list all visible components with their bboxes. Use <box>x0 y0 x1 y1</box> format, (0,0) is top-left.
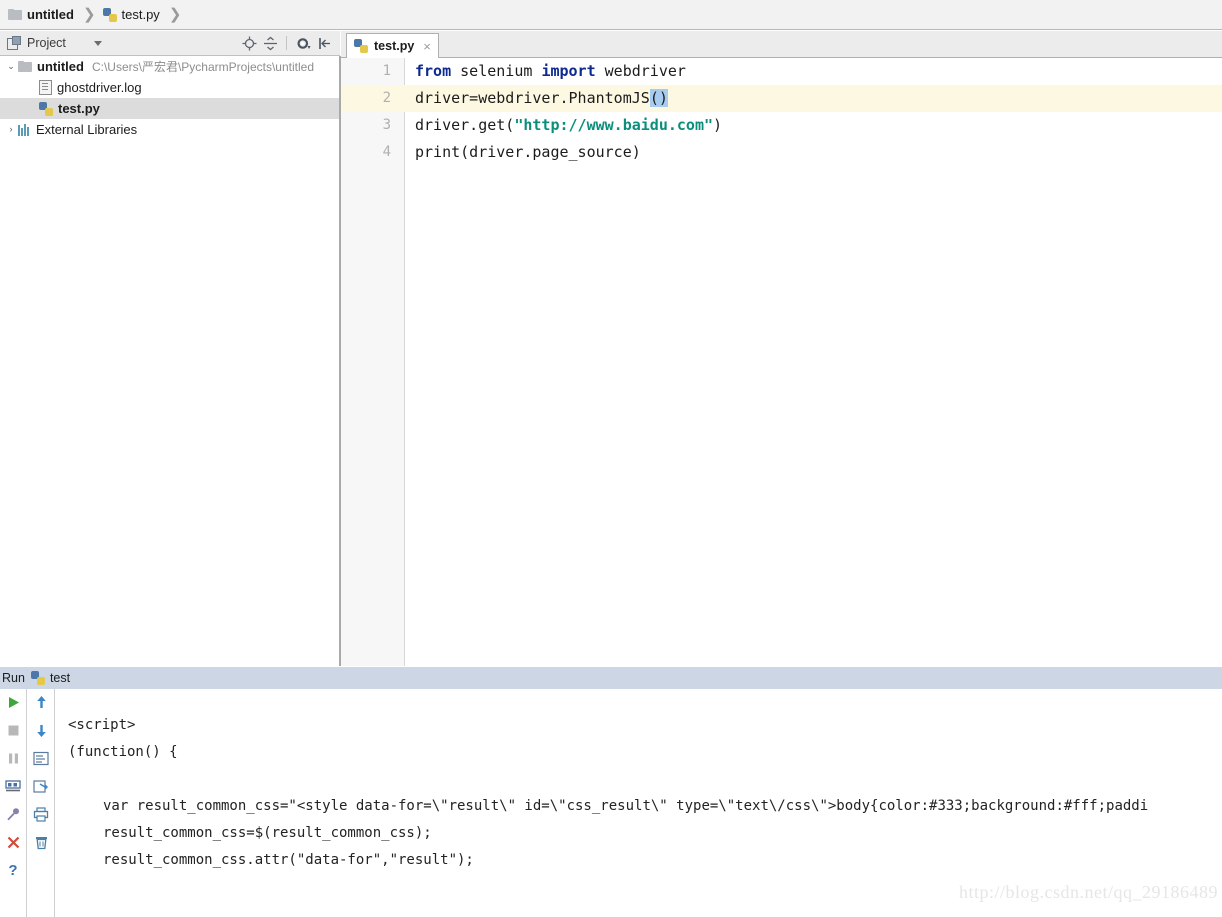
code-token-plain: webdriver <box>595 62 686 80</box>
print-icon[interactable] <box>32 805 50 823</box>
python-file-icon <box>30 671 45 685</box>
close-icon[interactable]: × <box>423 40 431 53</box>
line-number: 1 <box>382 63 391 79</box>
trash-icon[interactable] <box>32 833 50 851</box>
code-text: print(driver.page_source) <box>415 139 641 166</box>
tree-node-path: C:\Users\严宏君\PycharmProjects\untitled <box>91 60 314 74</box>
code-token-string: "http://www.baidu.com" <box>514 116 714 134</box>
code-line[interactable]: 3 driver.get("http://www.baidu.com") <box>341 112 1222 139</box>
code-area[interactable]: 1 from selenium import webdriver 2 drive… <box>341 58 1222 666</box>
code-text: driver.get("http://www.baidu.com") <box>415 112 722 139</box>
arrow-down-icon[interactable] <box>32 721 50 739</box>
run-tab-test[interactable]: test <box>30 671 71 685</box>
tab-test-py[interactable]: test.py × <box>346 33 439 58</box>
tree-node-external-libraries[interactable]: › External Libraries <box>0 119 339 140</box>
tree-node-label: External Libraries <box>36 122 138 137</box>
console-icon[interactable] <box>4 777 22 795</box>
code-token-plain: driver=webdriver.PhantomJS <box>415 89 650 107</box>
python-file-icon <box>354 39 368 53</box>
breadcrumb-label: test.py <box>121 7 160 22</box>
python-file-icon <box>102 7 117 22</box>
code-line-current[interactable]: 2 driver=webdriver.PhantomJS() <box>341 85 1222 112</box>
code-token-selected: () <box>649 89 668 107</box>
pin-icon[interactable] <box>4 805 22 823</box>
console-line: <script> <box>68 717 136 733</box>
line-number: 2 <box>382 90 391 106</box>
console-line: result_common_css.attr("data-for","resul… <box>103 852 474 868</box>
editor-tab-bar: test.py × <box>341 31 1222 58</box>
code-token-keyword: from <box>415 62 452 80</box>
console-line: var result_common_css="<style data-for=\… <box>103 798 1149 814</box>
arrow-up-icon[interactable] <box>32 693 50 711</box>
code-token-plain: ) <box>713 116 723 134</box>
run-panel-title: Run <box>2 671 25 685</box>
project-view-icon <box>6 36 21 50</box>
folder-icon <box>18 61 32 72</box>
export-icon[interactable] <box>32 777 50 795</box>
line-number: 4 <box>382 144 391 160</box>
tree-node-ghostdriver-log[interactable]: ghostdriver.log <box>0 77 339 98</box>
code-line[interactable]: 4 print(driver.page_source) <box>341 139 1222 166</box>
stop-icon[interactable] <box>4 721 22 739</box>
folder-icon <box>8 9 22 20</box>
tree-node-label: untitled <box>37 59 84 74</box>
hide-panel-icon[interactable] <box>315 34 333 52</box>
breadcrumb-label: untitled <box>27 7 74 22</box>
breadcrumb-separator: ❯ <box>82 7 96 23</box>
project-tree[interactable]: ⌄ untitled C:\Users\严宏君\PycharmProjects\… <box>0 56 340 666</box>
run-play-icon[interactable] <box>4 693 22 711</box>
close-x-icon[interactable] <box>4 833 22 851</box>
code-token-plain: driver.get( <box>415 116 515 134</box>
log-file-icon <box>39 80 52 95</box>
toolbar-divider <box>286 36 287 50</box>
python-file-icon <box>39 101 53 116</box>
code-editor[interactable]: 1 from selenium import webdriver 2 drive… <box>341 58 1222 666</box>
collapse-all-icon[interactable] <box>261 34 279 52</box>
tree-node-test-py[interactable]: test.py <box>0 98 339 119</box>
soft-wrap-icon[interactable] <box>32 749 50 767</box>
breadcrumb-separator: ❯ <box>168 7 182 23</box>
chevron-right-icon[interactable]: › <box>4 125 18 134</box>
tree-node-label: ghostdriver.log <box>57 80 142 95</box>
code-token-keyword: import <box>541 62 596 80</box>
dropdown-caret-icon[interactable] <box>93 40 102 46</box>
run-toolbar-left: ? <box>0 689 27 917</box>
project-panel-title: Project <box>27 36 66 50</box>
settings-gear-icon[interactable] <box>294 34 312 52</box>
watermark: http://blog.csdn.net/qq_29186489 <box>959 882 1218 902</box>
code-text: from selenium import webdriver <box>415 58 686 85</box>
locate-target-icon[interactable] <box>240 34 258 52</box>
tree-node-label: test.py <box>58 101 100 116</box>
help-question-icon[interactable]: ? <box>4 861 22 879</box>
console-line: (function() { <box>68 744 178 760</box>
pycharm-window: untitled ❯ test.py ❯ Project ⌄ untitled … <box>0 0 1222 917</box>
run-toolbar-right <box>28 689 55 917</box>
line-number: 3 <box>382 117 391 133</box>
project-panel-toolbar: Project <box>0 31 340 56</box>
breadcrumb: untitled ❯ test.py ❯ <box>0 0 1222 30</box>
code-line[interactable]: 1 from selenium import webdriver <box>341 58 1222 85</box>
chevron-down-icon[interactable]: ⌄ <box>4 62 18 71</box>
run-panel-header: Run test <box>0 667 1222 689</box>
breadcrumb-item-untitled[interactable]: untitled <box>8 7 74 22</box>
tree-node-untitled[interactable]: ⌄ untitled C:\Users\严宏君\PycharmProjects\… <box>0 56 339 77</box>
console-line: result_common_css=$(result_common_css); <box>103 825 432 841</box>
tab-label: test.py <box>374 39 415 53</box>
run-tab-label: test <box>49 671 71 685</box>
code-token-plain: selenium <box>451 62 542 80</box>
pause-icon[interactable] <box>4 749 22 767</box>
code-token-plain: print(driver.page_source) <box>415 143 641 161</box>
external-libraries-icon <box>18 123 31 136</box>
code-text: driver=webdriver.PhantomJS() <box>415 85 668 112</box>
breadcrumb-item-testpy[interactable]: test.py <box>102 7 160 22</box>
